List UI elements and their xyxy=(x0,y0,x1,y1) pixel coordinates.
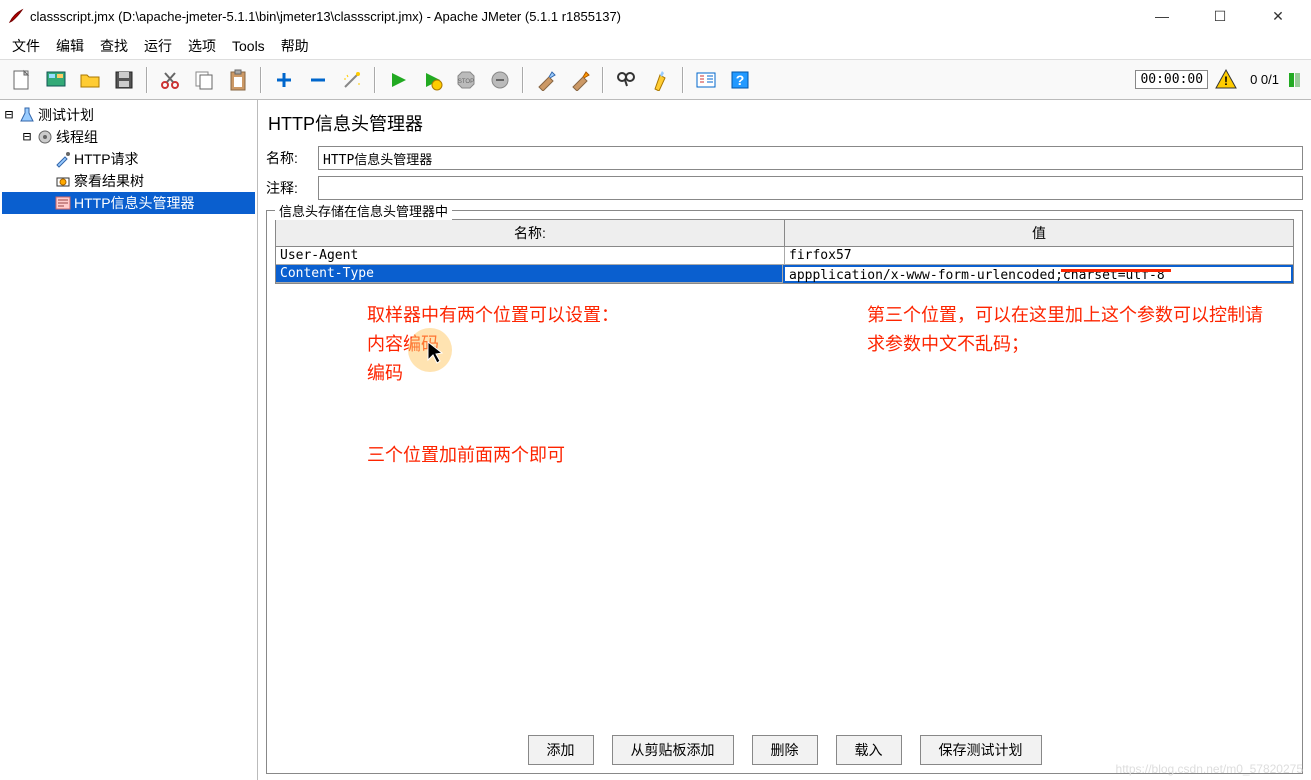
thread-counter: 0 0/1 xyxy=(1250,72,1279,87)
templates-button[interactable] xyxy=(40,64,72,96)
menu-search[interactable]: 查找 xyxy=(94,34,134,58)
maximize-button[interactable]: ☐ xyxy=(1205,8,1235,25)
pipette-icon xyxy=(54,150,72,168)
button-row: 添加 从剪贴板添加 删除 载入 保存测试计划 xyxy=(275,727,1294,765)
cell-name[interactable]: User-Agent xyxy=(276,247,785,265)
shutdown-button[interactable] xyxy=(484,64,516,96)
watermark: https://blog.csdn.net/m0_57820275 xyxy=(1116,762,1303,776)
gear-icon xyxy=(36,128,54,146)
remove-button[interactable] xyxy=(302,64,334,96)
add-from-clipboard-button[interactable]: 从剪贴板添加 xyxy=(612,735,734,765)
menu-options[interactable]: 选项 xyxy=(182,34,222,58)
comment-label: 注释: xyxy=(266,178,318,198)
cut-button[interactable] xyxy=(154,64,186,96)
copy-button[interactable] xyxy=(188,64,220,96)
menu-help[interactable]: 帮助 xyxy=(275,34,315,58)
delete-header-button[interactable]: 删除 xyxy=(752,735,818,765)
headers-table[interactable]: 名称: 值 User-Agent firfox57 Content-Type a… xyxy=(275,219,1294,284)
tree-header-manager[interactable]: HTTP信息头管理器 xyxy=(2,192,255,214)
main-panel: HTTP信息头管理器 名称: 注释: 信息头存储在信息头管理器中 名称: 值 U… xyxy=(258,100,1311,780)
stop-button[interactable]: STOP xyxy=(450,64,482,96)
cell-value[interactable]: appplication/x-www-form-urlencoded;chars… xyxy=(783,265,1293,283)
headers-fieldset: 信息头存储在信息头管理器中 名称: 值 User-Agent firfox57 … xyxy=(266,210,1303,774)
tree-root-testplan[interactable]: ⊟ 测试计划 xyxy=(2,104,255,126)
wand-button[interactable] xyxy=(336,64,368,96)
collapse-icon[interactable]: ⊟ xyxy=(20,129,34,145)
window-title: classscript.jmx (D:\apache-jmeter-5.1.1\… xyxy=(30,9,1147,24)
clear-all-button[interactable] xyxy=(564,64,596,96)
tree-view-results[interactable]: 察看结果树 xyxy=(2,170,255,192)
tree-thread-group[interactable]: ⊟ 线程组 xyxy=(2,126,255,148)
start-noTimers-button[interactable] xyxy=(416,64,448,96)
svg-text:STOP: STOP xyxy=(458,79,474,85)
titlebar: classscript.jmx (D:\apache-jmeter-5.1.1\… xyxy=(0,0,1311,32)
annotation-left-2: 三个位置加前面两个即可 xyxy=(367,441,565,470)
new-button[interactable] xyxy=(6,64,38,96)
minimize-button[interactable]: — xyxy=(1147,8,1177,25)
cell-name[interactable]: Content-Type xyxy=(276,265,783,283)
close-button[interactable]: ✕ xyxy=(1263,8,1293,25)
save-testplan-button[interactable]: 保存测试计划 xyxy=(920,735,1042,765)
clear-button[interactable] xyxy=(530,64,562,96)
comment-input[interactable] xyxy=(318,176,1303,200)
function-helper-button[interactable] xyxy=(690,64,722,96)
tree-http-request[interactable]: HTTP请求 xyxy=(2,148,255,170)
name-label: 名称: xyxy=(266,148,318,168)
table-row[interactable]: Content-Type appplication/x-www-form-url… xyxy=(276,265,1293,283)
config-icon xyxy=(54,194,72,212)
flask-icon xyxy=(18,106,36,124)
warning-icon[interactable]: ! xyxy=(1214,68,1238,92)
save-button[interactable] xyxy=(108,64,140,96)
help-button[interactable]: ? xyxy=(724,64,756,96)
table-row[interactable]: User-Agent firfox57 xyxy=(276,247,1293,265)
test-plan-tree[interactable]: ⊟ 测试计划 ⊟ 线程组 HTTP请求 察看结果树 HTTP信息头管理器 xyxy=(0,100,258,780)
fieldset-legend: 信息头存储在信息头管理器中 xyxy=(275,201,452,220)
menubar: 文件 编辑 查找 运行 选项 Tools 帮助 xyxy=(0,32,1311,60)
th-name[interactable]: 名称: xyxy=(276,220,785,246)
paste-button[interactable] xyxy=(222,64,254,96)
toolbar: STOP ? 00:00:00 ! 0 0/1 xyxy=(0,60,1311,100)
open-button[interactable] xyxy=(74,64,106,96)
search-button[interactable] xyxy=(610,64,642,96)
cell-value[interactable]: firfox57 xyxy=(785,247,1293,265)
reset-search-button[interactable] xyxy=(644,64,676,96)
app-icon xyxy=(8,8,24,24)
add-button[interactable] xyxy=(268,64,300,96)
svg-text:!: ! xyxy=(1224,74,1228,88)
load-button[interactable]: 载入 xyxy=(836,735,902,765)
menu-edit[interactable]: 编辑 xyxy=(50,34,90,58)
add-header-button[interactable]: 添加 xyxy=(528,735,594,765)
menu-run[interactable]: 运行 xyxy=(138,34,178,58)
threads-icon xyxy=(1287,71,1305,89)
panel-title: HTTP信息头管理器 xyxy=(266,104,1303,146)
start-button[interactable] xyxy=(382,64,414,96)
annotation-underline xyxy=(1061,269,1171,272)
elapsed-timer: 00:00:00 xyxy=(1135,70,1208,89)
menu-tools[interactable]: Tools xyxy=(226,36,271,56)
th-value[interactable]: 值 xyxy=(785,220,1293,246)
menu-file[interactable]: 文件 xyxy=(6,34,46,58)
svg-text:?: ? xyxy=(736,72,745,88)
annotation-right: 第三个位置，可以在这里加上这个参数可以控制请求参数中文不乱码； xyxy=(867,301,1267,359)
collapse-icon[interactable]: ⊟ xyxy=(2,107,16,123)
name-input[interactable] xyxy=(318,146,1303,170)
scope-icon xyxy=(54,172,72,190)
annotation-left: 取样器中有两个位置可以设置： 内容编码 编码 xyxy=(367,301,619,387)
